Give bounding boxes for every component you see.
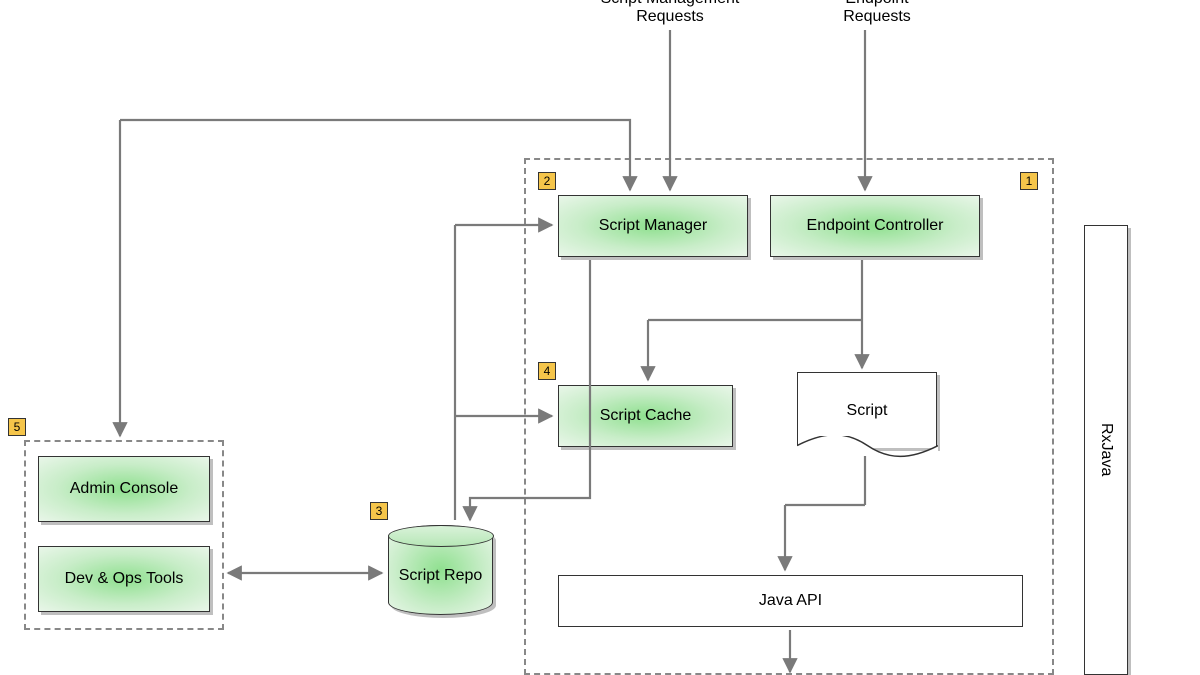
label-endpoint-requests: Endpoint Requests xyxy=(812,0,942,26)
cyl-script-repo-label: Script Repo xyxy=(399,567,483,585)
doc-script: Script xyxy=(797,372,937,448)
box-endpoint-controller-label: Endpoint Controller xyxy=(807,217,944,235)
box-admin-console: Admin Console xyxy=(38,456,210,522)
box-java-api-label: Java API xyxy=(759,592,822,610)
badge-3: 3 xyxy=(370,502,388,520)
badge-2: 2 xyxy=(538,172,556,190)
box-devops-tools: Dev & Ops Tools xyxy=(38,546,210,612)
badge-4: 4 xyxy=(538,362,556,380)
cyl-script-repo: Script Repo xyxy=(388,525,493,615)
box-rxjava: RxJava xyxy=(1084,225,1128,675)
box-admin-console-label: Admin Console xyxy=(70,480,179,498)
box-devops-tools-label: Dev & Ops Tools xyxy=(65,570,184,588)
box-endpoint-controller: Endpoint Controller xyxy=(770,195,980,257)
box-script-cache-label: Script Cache xyxy=(600,407,692,425)
box-java-api: Java API xyxy=(558,575,1023,627)
box-script-cache: Script Cache xyxy=(558,385,733,447)
box-script-manager-label: Script Manager xyxy=(599,217,708,235)
box-script-manager: Script Manager xyxy=(558,195,748,257)
doc-script-label: Script xyxy=(847,402,888,420)
box-rxjava-label: RxJava xyxy=(1097,423,1115,476)
label-script-mgmt-requests: Script Management Requests xyxy=(575,0,765,26)
badge-1: 1 xyxy=(1020,172,1038,190)
badge-5: 5 xyxy=(8,418,26,436)
